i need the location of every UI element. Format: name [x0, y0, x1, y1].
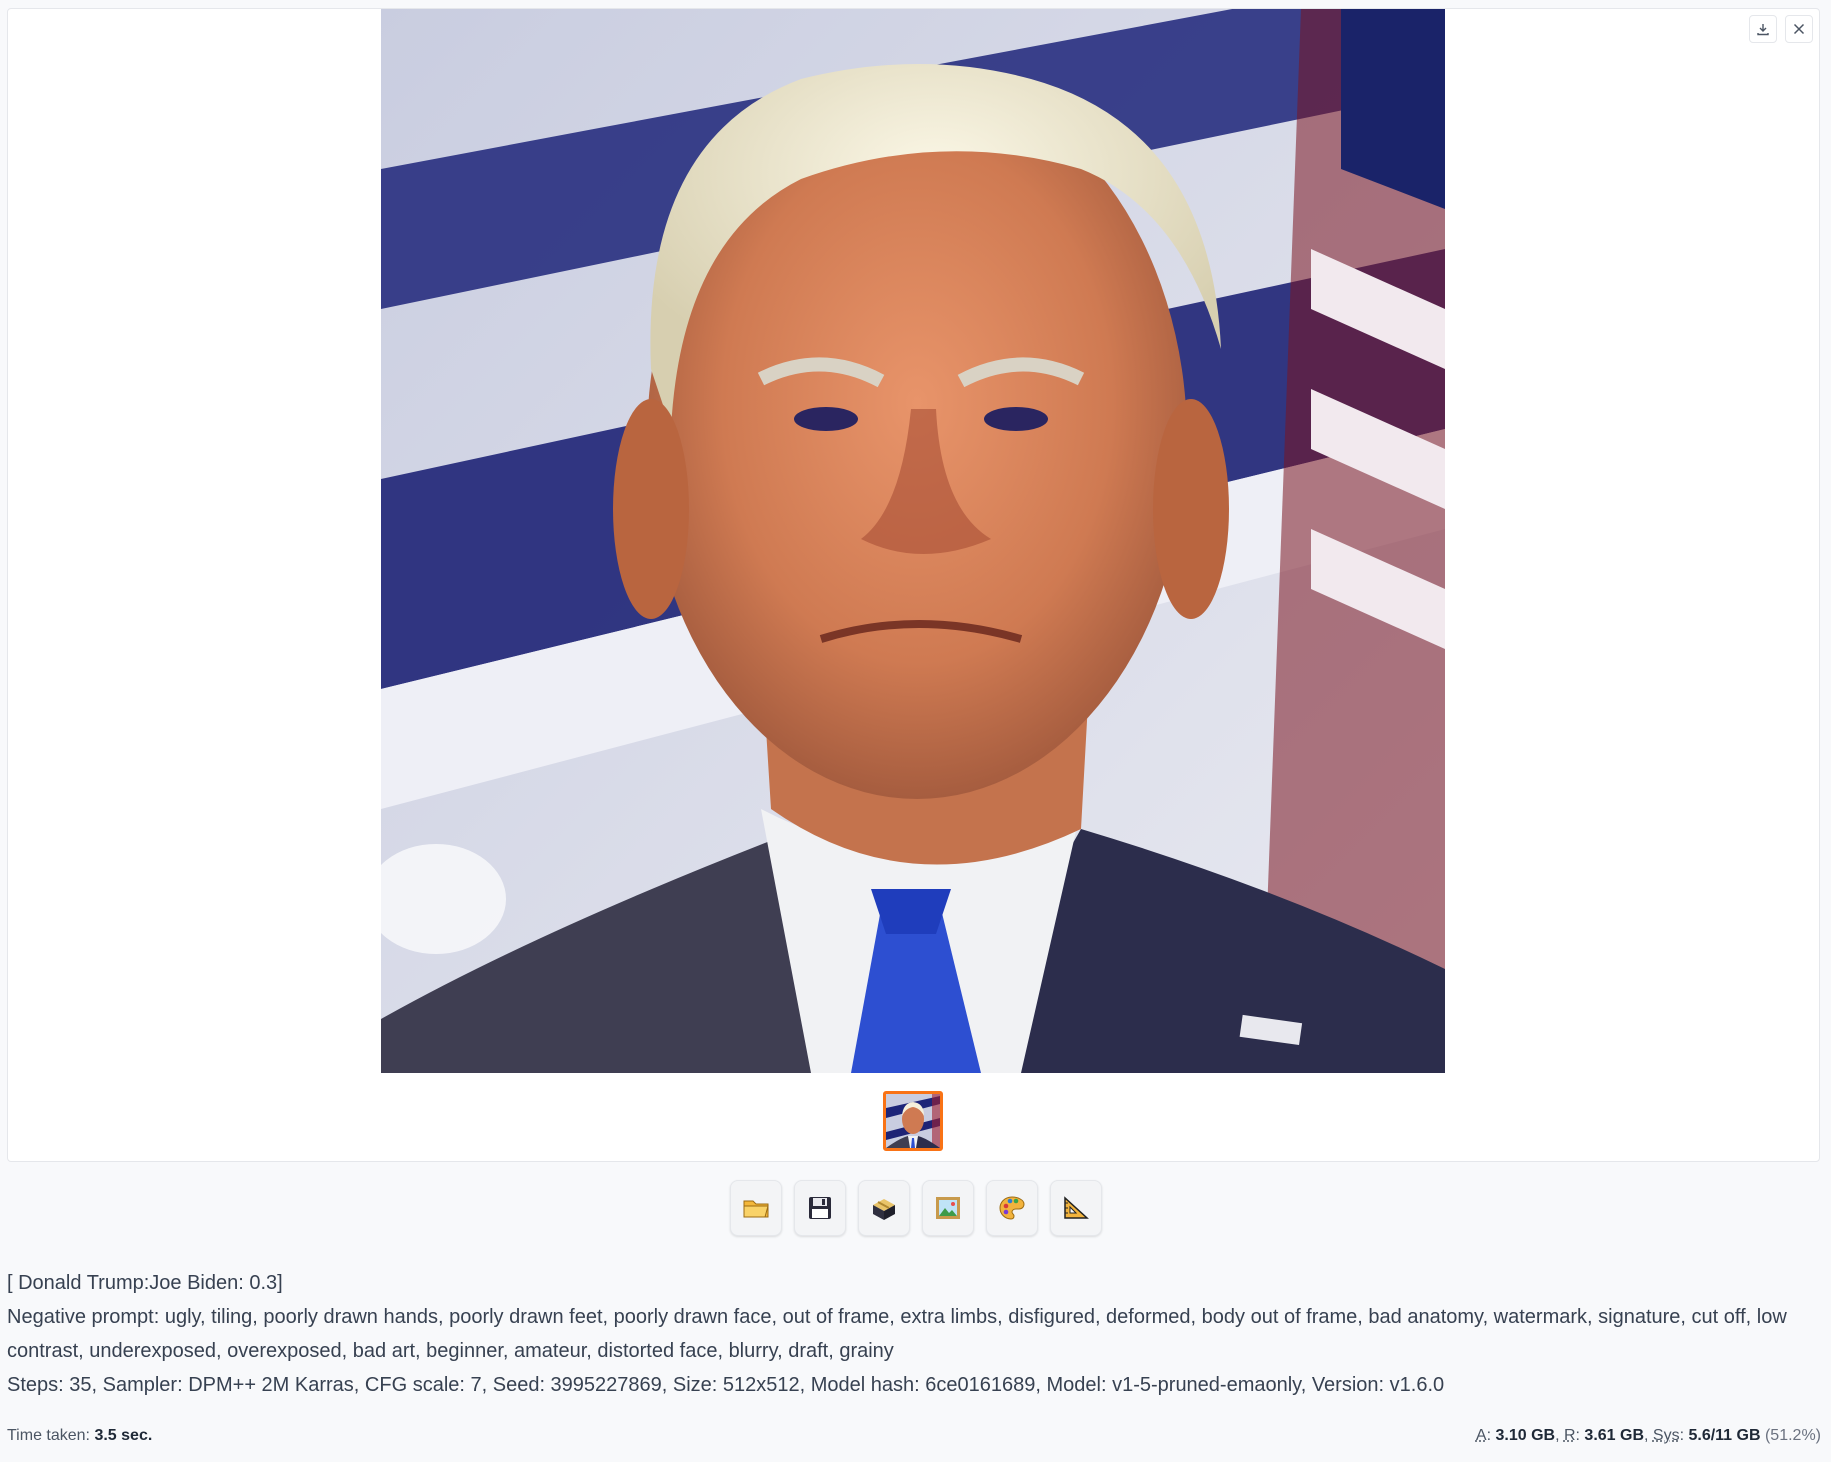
prompt-text: [ Donald Trump:Joe Biden: 0.3]	[7, 1272, 283, 1294]
picture-icon	[935, 1197, 960, 1219]
action-toolbar	[0, 1180, 1831, 1236]
palette-icon	[998, 1196, 1025, 1220]
sys-value: 5.6/11 GB	[1688, 1427, 1761, 1444]
package-icon	[872, 1199, 895, 1220]
floppy-disk-icon	[808, 1197, 831, 1219]
negative-prompt-text: Negative prompt: ugly, tiling, poorly dr…	[7, 1306, 1787, 1362]
gallery-actions	[1749, 15, 1813, 43]
vram-a-label: A	[1475, 1427, 1487, 1444]
time-label: Time taken:	[7, 1427, 90, 1444]
memory-stats: A: 3.10 GB, R: 3.61 GB, Sys: 5.6/11 GB (…	[1475, 1427, 1821, 1444]
thumbnail-item[interactable]	[883, 1091, 943, 1151]
generation-info: [ Donald Trump:Joe Biden: 0.3] Negative …	[7, 1266, 1817, 1402]
download-icon[interactable]	[1749, 15, 1777, 43]
vram-a-value: 3.10 GB	[1495, 1427, 1556, 1444]
zip-button[interactable]	[857, 1180, 910, 1236]
time-taken: Time taken: 3.5 sec.	[7, 1427, 152, 1445]
send-to-inpaint-button[interactable]	[985, 1180, 1038, 1236]
sys-label: Sys	[1652, 1427, 1680, 1444]
status-footer: Time taken: 3.5 sec. A: 3.10 GB, R: 3.61…	[7, 1427, 1821, 1445]
folder-icon	[743, 1200, 769, 1218]
vram-r-value: 3.61 GB	[1584, 1427, 1645, 1444]
vram-r-label: R	[1563, 1427, 1576, 1444]
sys-percent: (51.2%)	[1764, 1427, 1821, 1444]
send-to-extras-button[interactable]	[1049, 1180, 1102, 1236]
time-value: 3.5 sec.	[94, 1427, 153, 1444]
image-gallery	[7, 8, 1820, 1162]
send-to-img2img-button[interactable]	[921, 1180, 974, 1236]
open-folder-button[interactable]	[729, 1180, 782, 1236]
close-icon[interactable]	[1785, 15, 1813, 43]
save-button[interactable]	[793, 1180, 846, 1236]
parameters-text: Steps: 35, Sampler: DPM++ 2M Karras, CFG…	[7, 1374, 1445, 1396]
triangle-ruler-icon	[1063, 1196, 1089, 1219]
generated-image[interactable]	[381, 9, 1445, 1073]
